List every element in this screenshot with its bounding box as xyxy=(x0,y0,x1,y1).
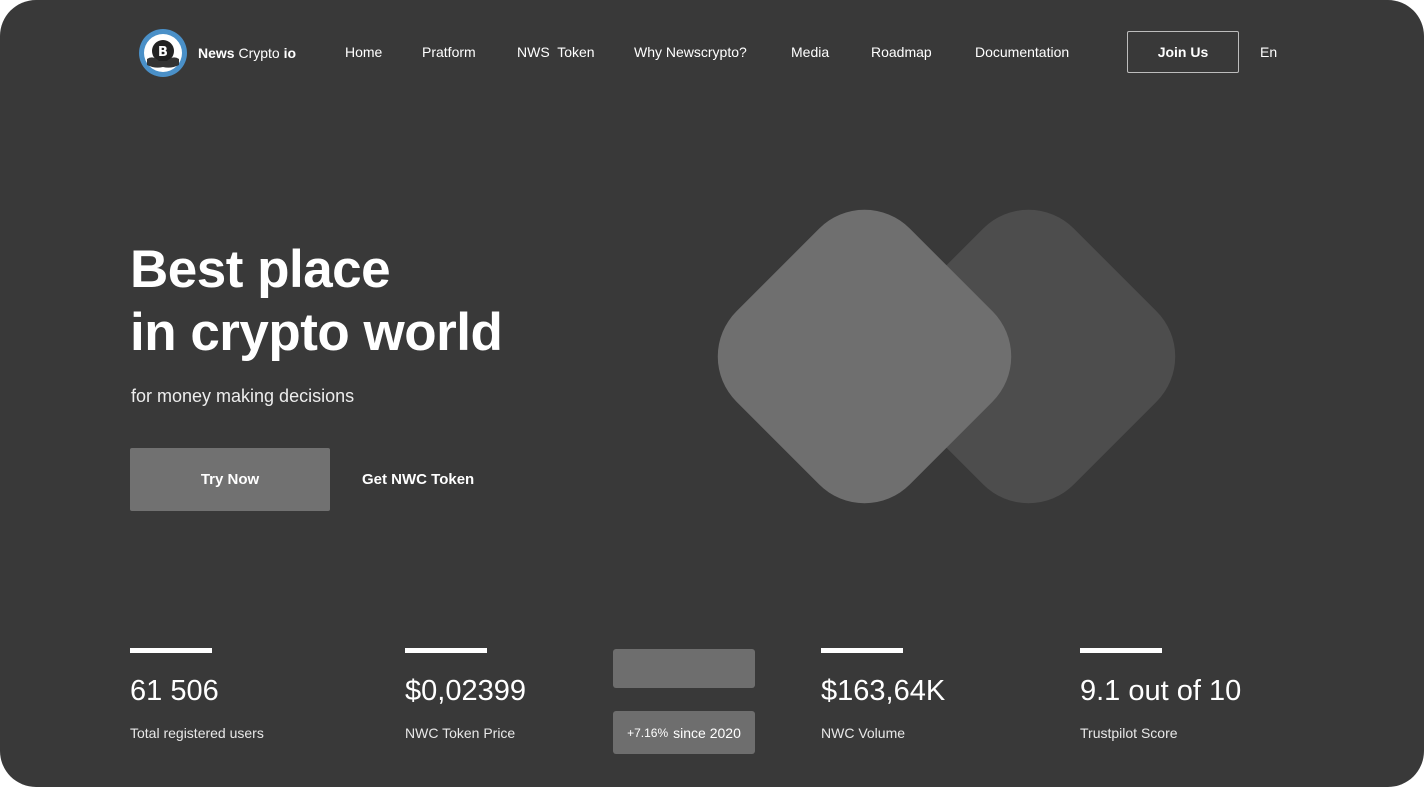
brand-logo[interactable]: B News Crypto io xyxy=(139,29,296,77)
hero-title: Best place in crypto world xyxy=(130,238,503,364)
stat-volume: $163,64K NWC Volume xyxy=(821,648,945,741)
nav-platform[interactable]: Pratform xyxy=(422,44,476,60)
join-us-button[interactable]: Join Us xyxy=(1127,31,1239,73)
price-change-percent: +7.16% xyxy=(627,725,669,740)
nav-why-newscrypto[interactable]: Why Newscrypto? xyxy=(634,44,747,60)
stat-divider xyxy=(405,648,487,653)
stat-value: $163,64K xyxy=(821,675,946,707)
brand-name-bold: News xyxy=(198,45,235,61)
stat-value: 9.1 out of 10 xyxy=(1080,675,1242,707)
price-change-since: since 2020 xyxy=(673,724,741,741)
hero-subtitle: for money making decisions xyxy=(131,386,355,406)
page-frame: B News Crypto io Home Pratform NWS Token… xyxy=(0,0,1424,787)
bitcoin-hands-icon: B xyxy=(139,29,187,77)
stat-label: Total registered users xyxy=(130,725,264,741)
brand-name-light: Crypto xyxy=(238,45,280,61)
nav-home[interactable]: Home xyxy=(345,44,382,60)
stat-divider xyxy=(821,648,903,653)
stat-label: NWC Volume xyxy=(821,725,906,741)
price-change-badge: +7.16% since 2020 xyxy=(613,711,755,754)
nav-roadmap[interactable]: Roadmap xyxy=(871,44,932,60)
stat-divider xyxy=(130,648,212,653)
hero-title-line-2: in crypto world xyxy=(130,303,503,362)
nav-documentation[interactable]: Documentation xyxy=(975,44,1069,60)
stat-label: Trustpilot Score xyxy=(1080,725,1178,741)
nav-media[interactable]: Media xyxy=(791,44,829,60)
brand-name: News Crypto io xyxy=(198,45,296,61)
stat-value: 61 506 xyxy=(130,675,219,707)
brand-name-suffix: io xyxy=(283,45,297,61)
hero-title-line-1: Best place xyxy=(130,240,391,299)
logo-letter: B xyxy=(158,45,168,60)
language-selector[interactable]: En xyxy=(1260,44,1277,60)
price-chart-placeholder xyxy=(613,649,755,688)
stat-trustpilot: 9.1 out of 10 Trustpilot Score xyxy=(1080,648,1241,741)
nav-nws-token[interactable]: NWS Token xyxy=(517,44,595,60)
stat-value: $0,02399 xyxy=(405,675,526,707)
try-now-button[interactable]: Try Now xyxy=(130,448,330,511)
stat-registered-users: 61 506 Total registered users xyxy=(130,648,264,741)
stat-label: NWC Token Price xyxy=(405,725,516,741)
stat-divider xyxy=(1080,648,1162,653)
stat-token-price: $0,02399 NWC Token Price xyxy=(405,648,526,741)
get-nwc-token-link[interactable]: Get NWC Token xyxy=(362,471,474,488)
